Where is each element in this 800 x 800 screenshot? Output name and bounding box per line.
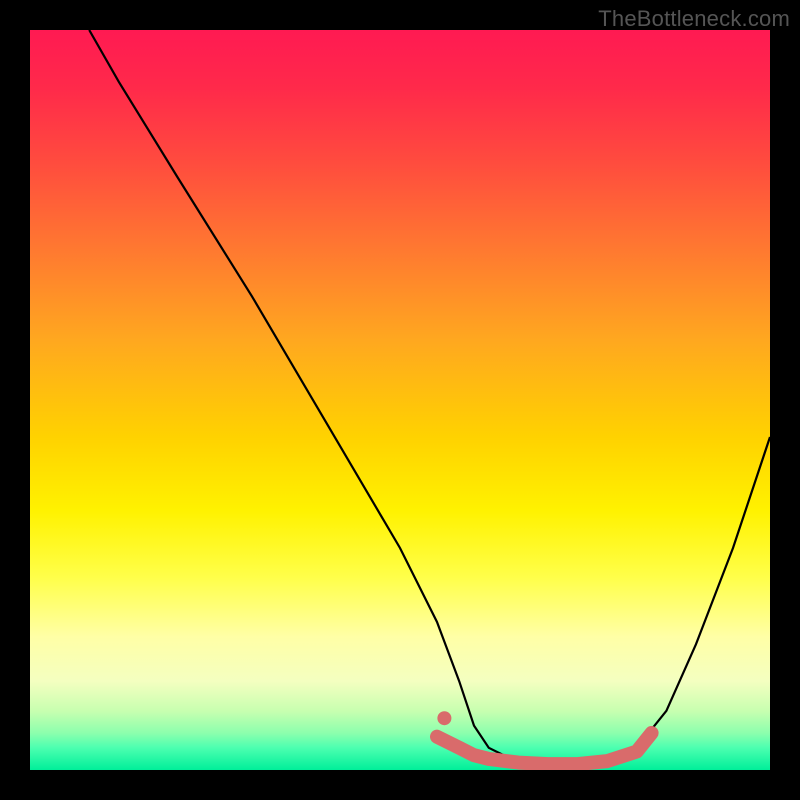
highlight-band — [437, 733, 652, 764]
curve-line — [89, 30, 770, 766]
plot-area — [30, 30, 770, 770]
chart-svg — [30, 30, 770, 770]
highlight-dot — [437, 711, 451, 725]
watermark-text: TheBottleneck.com — [598, 6, 790, 32]
